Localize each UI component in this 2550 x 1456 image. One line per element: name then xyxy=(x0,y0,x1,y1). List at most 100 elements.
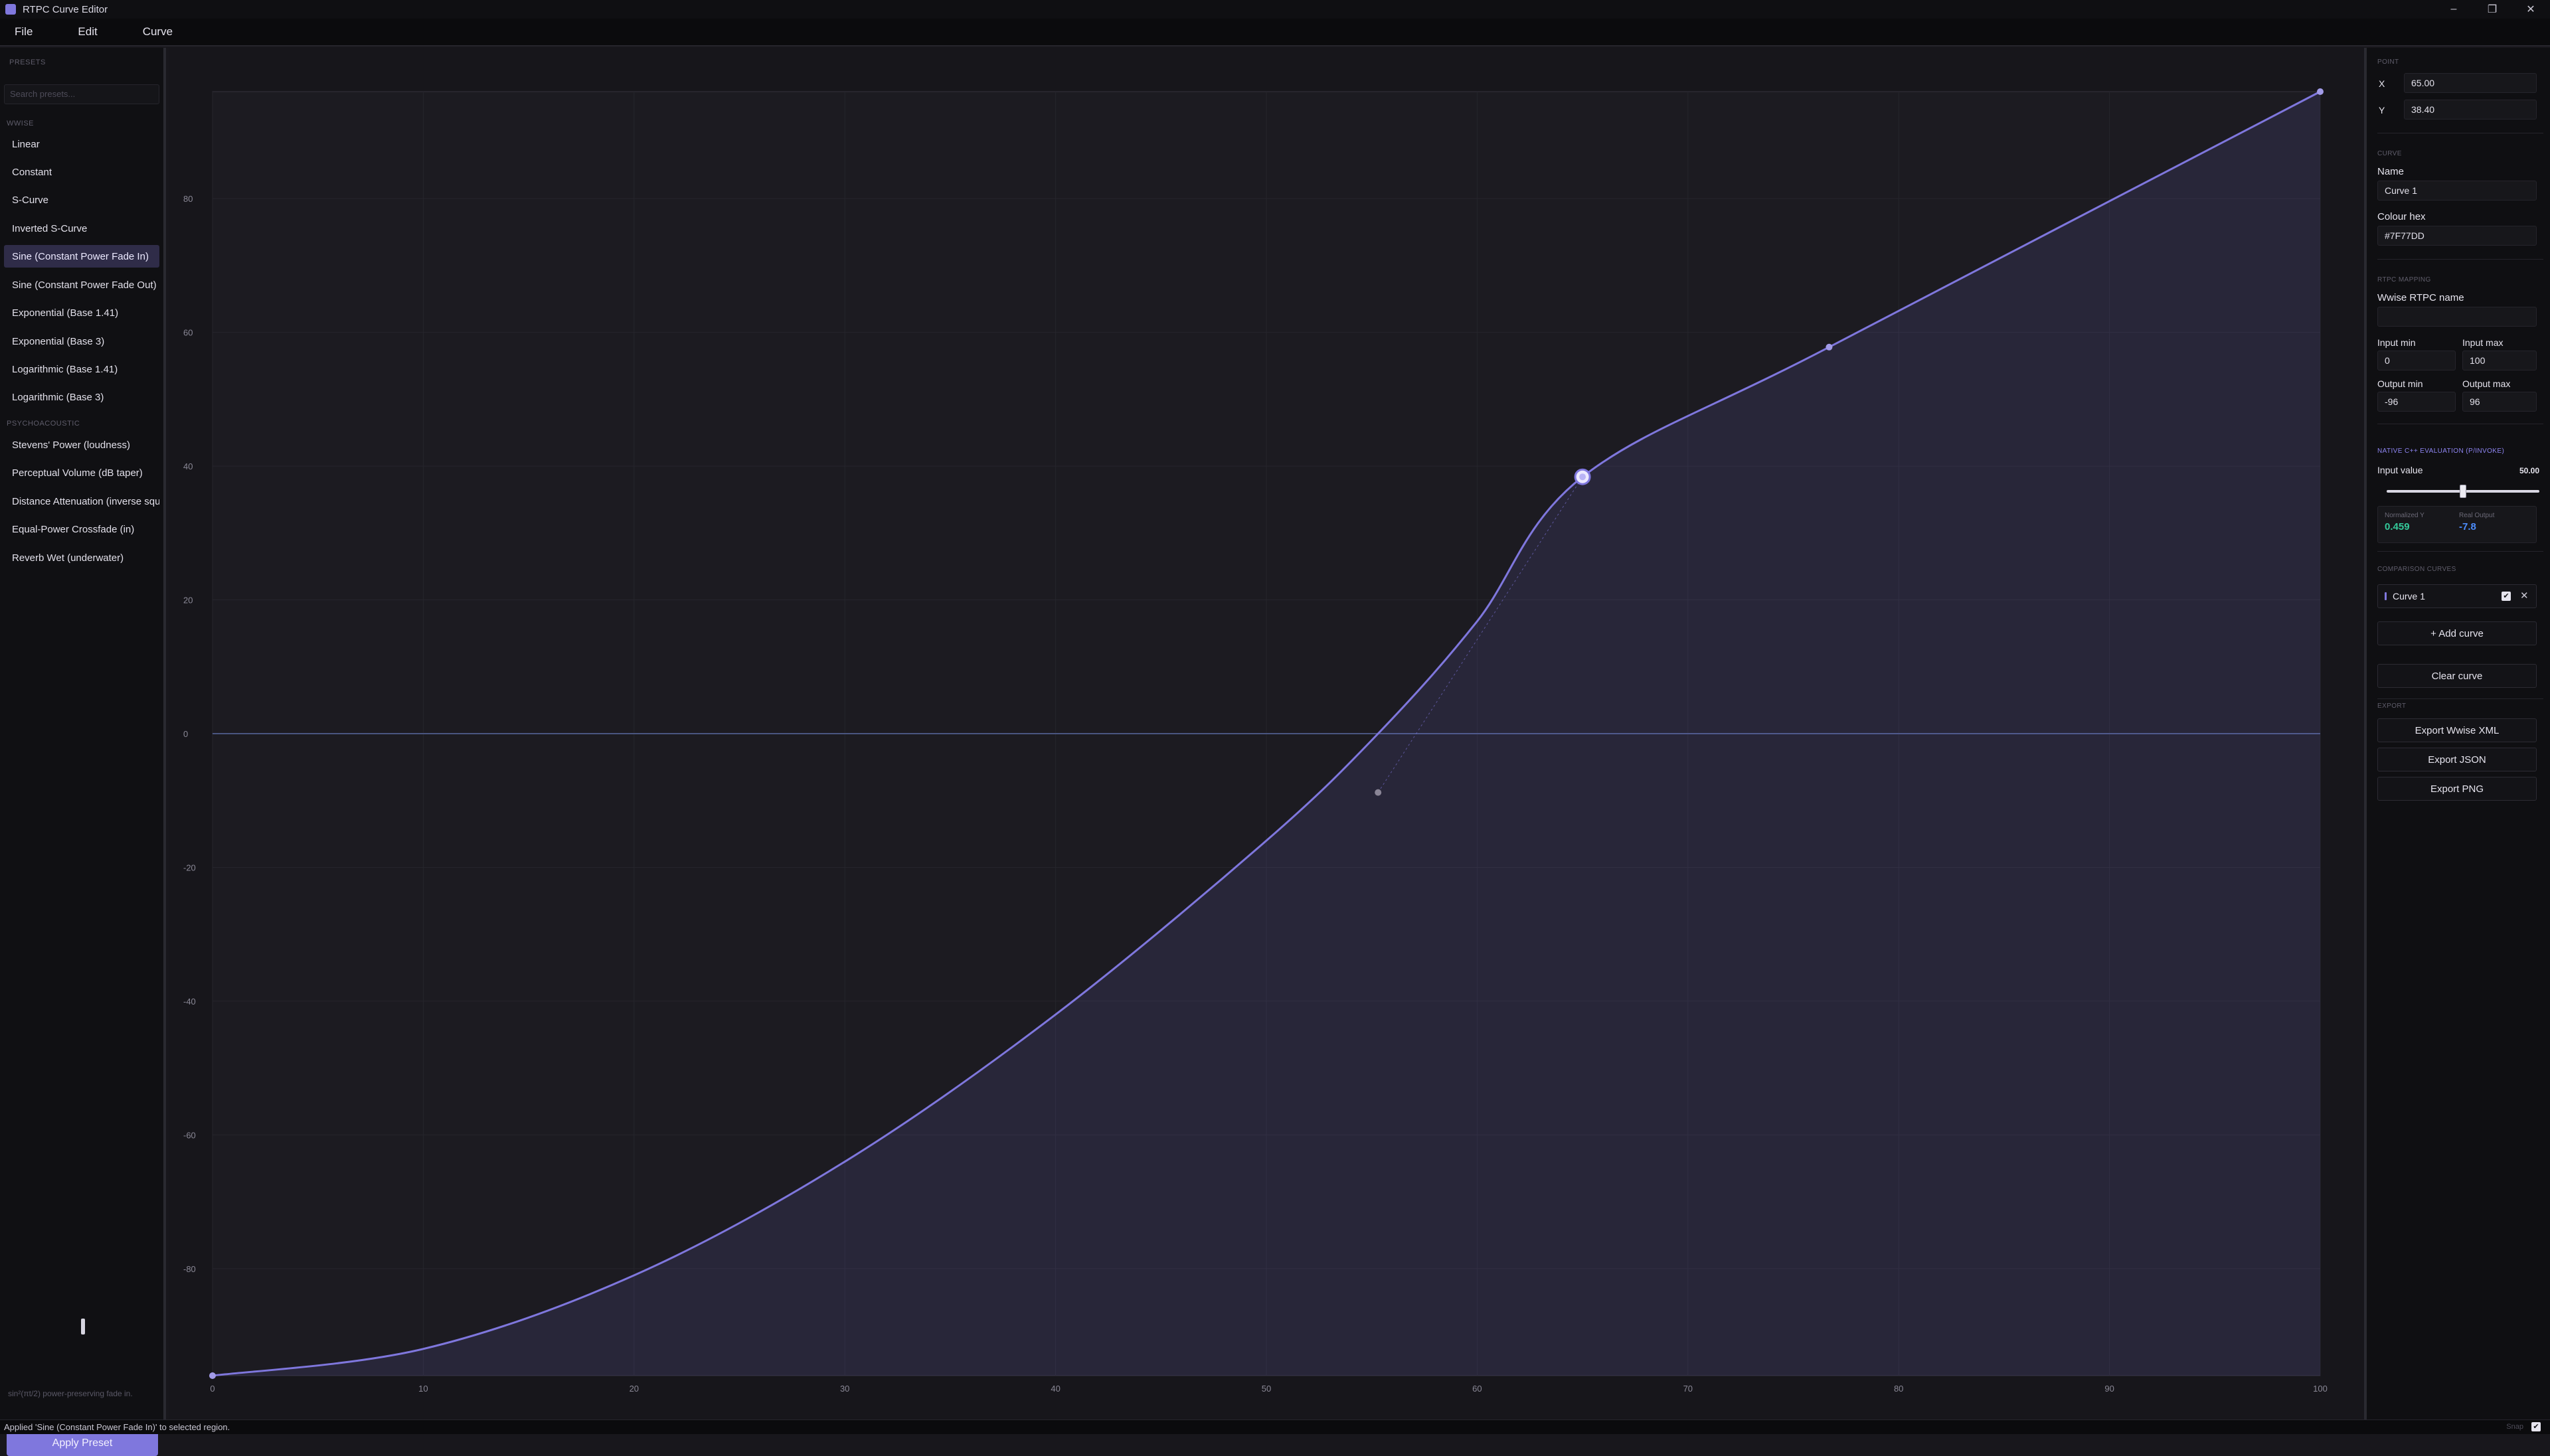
menu-file[interactable]: File xyxy=(0,25,47,39)
y-tick-label: 80 xyxy=(183,194,193,204)
restore-button[interactable]: ❐ xyxy=(2473,0,2511,19)
selected-control-point-core xyxy=(1579,473,1586,481)
menu-edit[interactable]: Edit xyxy=(63,25,112,39)
x-tick-label: 70 xyxy=(1683,1384,1693,1394)
y-tick-label: 60 xyxy=(183,328,193,338)
presets-sidebar: PRESETS Search presets... Wwise Linear C… xyxy=(0,48,166,1456)
control-point xyxy=(2317,88,2324,95)
x-tick-label: 50 xyxy=(1262,1384,1271,1394)
visibility-checkbox[interactable]: ✔ xyxy=(2502,592,2511,601)
preset-constant[interactable]: Constant xyxy=(4,161,159,183)
menu-bar: File Edit Curve xyxy=(0,19,2550,46)
wwise-rtpc-name-label: Wwise RTPC name xyxy=(2377,292,2464,303)
curve-chart[interactable]: 0 10 20 30 40 50 60 70 80 90 100 80 60 40 20 0 -20 -40 -60… xyxy=(169,48,2364,1419)
clear-curve-button[interactable]: Clear curve xyxy=(2377,664,2537,688)
snap-label: Snap xyxy=(2506,1423,2523,1431)
bezier-handle-point xyxy=(1375,789,1382,796)
y-tick-label: 20 xyxy=(183,596,193,606)
output-min-label: Output min xyxy=(2377,378,2423,389)
divider xyxy=(2377,551,2543,552)
export-wwise-xml-button[interactable]: Export Wwise XML xyxy=(2377,718,2537,742)
point-heading: POINT xyxy=(2377,58,2399,66)
point-y-input[interactable]: 38.40 xyxy=(2404,100,2537,120)
title-bar: RTPC Curve Editor – ❐ ✕ xyxy=(0,0,2550,19)
properties-panel: POINT X 65.00 Y 38.40 CURVE Name Curve 1… xyxy=(2364,48,2550,1419)
close-button[interactable]: ✕ xyxy=(2511,0,2550,19)
normalized-y-value: 0.459 xyxy=(2385,521,2410,532)
x-tick-label: 40 xyxy=(1051,1384,1060,1394)
menu-curve[interactable]: Curve xyxy=(128,25,187,39)
app-icon xyxy=(5,4,16,15)
x-label: X xyxy=(2379,78,2385,89)
input-value-label: Input value xyxy=(2377,465,2423,475)
preset-exponential-141[interactable]: Exponential (Base 1.41) xyxy=(4,301,159,324)
divider xyxy=(2377,259,2543,260)
comparison-curve-row: Curve 1 ✔ ✕ xyxy=(2377,584,2537,608)
input-max-field[interactable]: 100 xyxy=(2462,351,2537,370)
normalized-y-label: Normalized Y xyxy=(2385,512,2424,519)
output-min-field[interactable]: -96 xyxy=(2377,392,2456,412)
input-value-readout: 50.00 xyxy=(2519,466,2539,475)
add-curve-button[interactable]: + Add curve xyxy=(2377,621,2537,645)
x-tick-label: 90 xyxy=(2104,1384,2114,1394)
colour-hex-input[interactable]: #7F77DD xyxy=(2377,226,2537,246)
preset-sine-fade-out[interactable]: Sine (Constant Power Fade Out) xyxy=(4,274,159,296)
sidebar-scroll-handle[interactable] xyxy=(81,1319,85,1335)
presets-heading: PRESETS xyxy=(9,58,46,66)
minimize-button[interactable]: – xyxy=(2434,0,2473,19)
preset-perceptual-volume[interactable]: Perceptual Volume (dB taper) xyxy=(4,461,159,484)
y-tick-label: 40 xyxy=(183,461,193,471)
curve-plot-area[interactable]: 0 10 20 30 40 50 60 70 80 90 100 80 60 40 20 0 -20 -40 -60… xyxy=(169,48,2364,1419)
preset-reverb-wet[interactable]: Reverb Wet (underwater) xyxy=(4,546,159,569)
y-tick-label: -80 xyxy=(183,1264,196,1274)
export-json-button[interactable]: Export JSON xyxy=(2377,748,2537,771)
group-heading-wwise: Wwise xyxy=(7,120,34,127)
apply-preset-button[interactable]: Apply Preset xyxy=(7,1431,158,1456)
y-tick-label: -40 xyxy=(183,997,196,1007)
preset-distance-attenuation[interactable]: Distance Attenuation (inverse squ xyxy=(4,490,159,513)
comparison-curve-name: Curve 1 xyxy=(2393,591,2426,602)
snap-checkbox[interactable]: ✔ xyxy=(2531,1422,2541,1431)
preset-sine-fade-in[interactable]: Sine (Constant Power Fade In) xyxy=(4,245,159,268)
status-bar: Applied 'Sine (Constant Power Fade In)' … xyxy=(0,1419,2550,1434)
x-tick-label: 60 xyxy=(1472,1384,1482,1394)
curve-name-input[interactable]: Curve 1 xyxy=(2377,181,2537,201)
native-eval-heading: NATIVE C++ EVALUATION (P/INVOKE) xyxy=(2377,447,2505,455)
input-min-label: Input min xyxy=(2377,337,2416,348)
preset-equal-power-crossfade[interactable]: Equal-Power Crossfade (in) xyxy=(4,518,159,540)
x-tick-label: 20 xyxy=(630,1384,639,1394)
status-message: Applied 'Sine (Constant Power Fade In)' … xyxy=(4,1422,230,1432)
input-value-slider-thumb[interactable] xyxy=(2460,485,2466,498)
x-tick-label: 30 xyxy=(840,1384,849,1394)
real-output-label: Real Output xyxy=(2459,512,2495,519)
y-tick-label: -20 xyxy=(183,862,196,872)
preset-stevens-power[interactable]: Stevens' Power (loudness) xyxy=(4,434,159,456)
wwise-rtpc-name-input[interactable] xyxy=(2377,307,2537,327)
curve-colour-swatch xyxy=(2385,592,2387,600)
y-tick-label: 0 xyxy=(183,729,188,739)
preset-exponential-3[interactable]: Exponential (Base 3) xyxy=(4,330,159,353)
preset-inverted-s-curve[interactable]: Inverted S-Curve xyxy=(4,217,159,240)
x-tick-label: 100 xyxy=(2313,1384,2328,1394)
x-tick-label: 0 xyxy=(210,1384,214,1394)
preset-logarithmic-141[interactable]: Logarithmic (Base 1.41) xyxy=(4,358,159,380)
x-tick-label: 10 xyxy=(418,1384,428,1394)
remove-curve-icon[interactable]: ✕ xyxy=(2520,590,2529,602)
input-min-field[interactable]: 0 xyxy=(2377,351,2456,370)
preset-s-curve[interactable]: S-Curve xyxy=(4,189,159,211)
input-max-label: Input max xyxy=(2462,337,2504,348)
group-heading-psychoacoustic: Psychoacoustic xyxy=(7,420,80,428)
point-x-input[interactable]: 65.00 xyxy=(2404,73,2537,93)
preset-search-input[interactable]: Search presets... xyxy=(4,84,159,104)
evaluation-readout-box: Normalized Y 0.459 Real Output -7.8 xyxy=(2377,506,2537,543)
y-label: Y xyxy=(2379,105,2385,116)
preset-linear[interactable]: Linear xyxy=(4,133,159,155)
export-heading: EXPORT xyxy=(2377,702,2407,710)
window-controls: – ❐ ✕ xyxy=(2434,0,2550,19)
colour-label: Colour hex xyxy=(2377,211,2426,222)
preset-logarithmic-3[interactable]: Logarithmic (Base 3) xyxy=(4,386,159,408)
export-png-button[interactable]: Export PNG xyxy=(2377,777,2537,801)
output-max-field[interactable]: 96 xyxy=(2462,392,2537,412)
rtpc-mapping-heading: RTPC MAPPING xyxy=(2377,276,2431,283)
divider xyxy=(2377,698,2543,699)
